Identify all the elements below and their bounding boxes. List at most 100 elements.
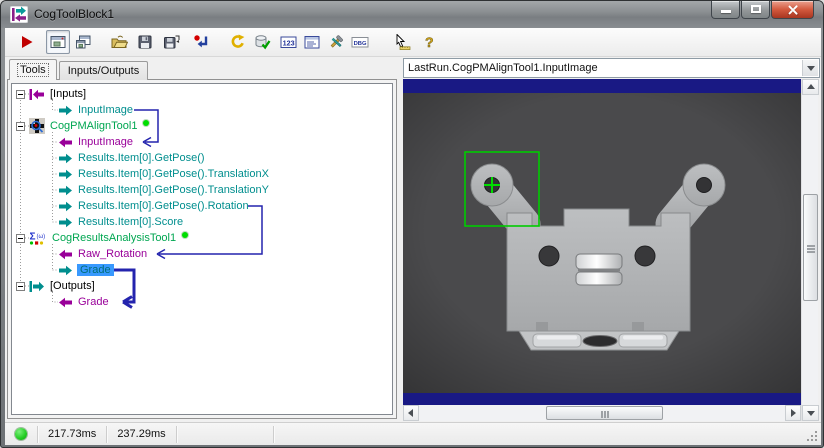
scroll-down-button[interactable] (802, 405, 819, 421)
horizontal-scroll-thumb[interactable] (546, 406, 663, 420)
float-image-display-button[interactable] (71, 30, 95, 54)
tree-item-inputimage-in[interactable]: InputImage (12, 134, 392, 150)
tab-inputs-outputs[interactable]: Inputs/Outputs (58, 61, 149, 80)
tool-time: 217.73ms (48, 428, 97, 440)
save-as-icon (163, 35, 179, 49)
close-button[interactable] (771, 1, 814, 19)
open-folder-icon (111, 35, 128, 48)
window-title: CogToolBlock1 (34, 7, 115, 21)
tool-tree[interactable]: [Inputs] InputImage CogPMAlignTool1 Inpu… (11, 83, 393, 415)
tree-item-translationx[interactable]: Results.Item[0].GetPose().TranslationX (12, 166, 392, 182)
maximize-icon (751, 5, 761, 13)
arrow-down-icon (806, 411, 815, 420)
help-icon: ? (425, 34, 434, 50)
toolblock-icon (10, 6, 28, 23)
output-arrow-icon (58, 201, 73, 212)
tab-tools[interactable]: Tools (9, 59, 57, 80)
save-button[interactable] (133, 30, 157, 54)
resize-grip[interactable] (806, 430, 817, 441)
arrow-up-icon (806, 80, 815, 89)
image-display[interactable] (403, 79, 801, 405)
form-button[interactable] (300, 30, 324, 54)
scroll-up-button[interactable] (802, 79, 819, 95)
pmalign-tool-icon (29, 118, 45, 134)
tree-item-cogpmaligntool1[interactable]: CogPMAlignTool1 (12, 118, 392, 134)
chevron-down-icon[interactable] (802, 60, 818, 76)
input-arrow-icon (58, 297, 73, 308)
selected-tree-node: Grade (77, 264, 114, 276)
numeric-display-button[interactable]: 123 (276, 30, 300, 54)
debug-button[interactable]: DBG (348, 30, 372, 54)
tool-ran-status-dot (182, 232, 189, 238)
title-bar[interactable]: CogToolBlock1 (1, 1, 823, 28)
numeric-label: 123 (282, 38, 294, 47)
debug-icon: DBG (351, 37, 369, 48)
run-icon (22, 36, 33, 48)
input-arrow-icon (58, 249, 73, 260)
collapse-toggle[interactable] (16, 281, 25, 291)
image-display-icon (50, 36, 66, 48)
help-button[interactable]: ? (417, 30, 441, 54)
scroll-left-button[interactable] (403, 405, 419, 421)
tree-item-inputs-block[interactable]: [Inputs] (12, 86, 392, 102)
minimize-button[interactable] (711, 1, 740, 19)
collapse-toggle[interactable] (16, 233, 25, 243)
close-icon (787, 4, 799, 16)
input-image (403, 93, 801, 393)
input-arrow-icon (58, 137, 73, 148)
tree-item-grade-out[interactable]: Grade (12, 262, 392, 278)
output-arrow-icon (58, 185, 73, 196)
run-status-dot (15, 428, 27, 440)
debug-label: DBG (354, 41, 367, 47)
client-area: 123 DBG ? Tools Inputs/Outputs [Inputs] … (5, 28, 821, 445)
save-icon (138, 35, 152, 49)
svg-text:Σ: Σ (30, 232, 36, 243)
cogtoolblock-window: CogToolBlock1 123 DBG ? Tools Inputs/Out… (0, 0, 824, 448)
pointer-ruler-icon (396, 34, 410, 50)
block-input-terminal-icon (29, 88, 45, 100)
run-button[interactable] (15, 30, 39, 54)
arrow-right-icon (791, 409, 800, 417)
maximize-button[interactable] (741, 1, 770, 19)
horizontal-scrollbar[interactable] (403, 405, 801, 421)
tree-item-translationy[interactable]: Results.Item[0].GetPose().TranslationY (12, 182, 392, 198)
show-image-display-button[interactable] (46, 30, 70, 54)
tools-tab-page: [Inputs] InputImage CogPMAlignTool1 Inpu… (7, 79, 397, 419)
svg-text:(ω): (ω) (37, 234, 46, 240)
tree-item-grade-in[interactable]: Grade (12, 294, 392, 310)
block-output-terminal-icon (29, 280, 45, 292)
status-bar: 217.73ms 237.29ms (5, 422, 821, 445)
rerun-icon (231, 34, 245, 48)
tree-item-score[interactable]: Results.Item[0].Score (12, 214, 392, 230)
collapse-toggle[interactable] (16, 121, 25, 131)
pointer-measure-button[interactable] (390, 30, 414, 54)
total-time: 237.29ms (117, 428, 166, 440)
display-selector[interactable]: LastRun.CogPMAlignTool1.InputImage (403, 58, 820, 78)
form-icon (304, 36, 320, 49)
output-arrow-icon (58, 217, 73, 228)
results-analysis-tool-icon: Σ (ω) (29, 230, 47, 246)
tree-item-getpose[interactable]: Results.Item[0].GetPose() (12, 150, 392, 166)
tree-item-cogresultsanalysistool1[interactable]: Σ (ω) CogResultsAnalysisTool1 (12, 230, 392, 246)
scroll-right-button[interactable] (785, 405, 801, 421)
validate-button[interactable] (250, 30, 274, 54)
tree-item-inputimage-out[interactable]: InputImage (12, 102, 392, 118)
float-window-icon (76, 35, 91, 49)
minimize-icon (721, 10, 731, 13)
tree-item-raw-rotation[interactable]: Raw_Rotation (12, 246, 392, 262)
vertical-scroll-thumb[interactable] (803, 194, 818, 301)
display-selector-value: LastRun.CogPMAlignTool1.InputImage (408, 62, 598, 74)
save-as-button[interactable] (159, 30, 183, 54)
tab-strip: Tools Inputs/Outputs (9, 59, 150, 80)
open-button[interactable] (107, 30, 131, 54)
collapse-toggle[interactable] (16, 89, 25, 99)
configure-button[interactable] (324, 30, 348, 54)
tree-item-outputs-block[interactable]: [Outputs] (12, 278, 392, 294)
output-arrow-icon (58, 153, 73, 164)
rerun-button[interactable] (226, 30, 250, 54)
toolbar: 123 DBG ? (5, 28, 821, 57)
vertical-scrollbar[interactable] (801, 79, 819, 421)
tree-item-rotation[interactable]: Results.Item[0].GetPose().Rotation (12, 198, 392, 214)
arrow-left-icon (404, 409, 413, 417)
reset-button[interactable] (189, 30, 213, 54)
